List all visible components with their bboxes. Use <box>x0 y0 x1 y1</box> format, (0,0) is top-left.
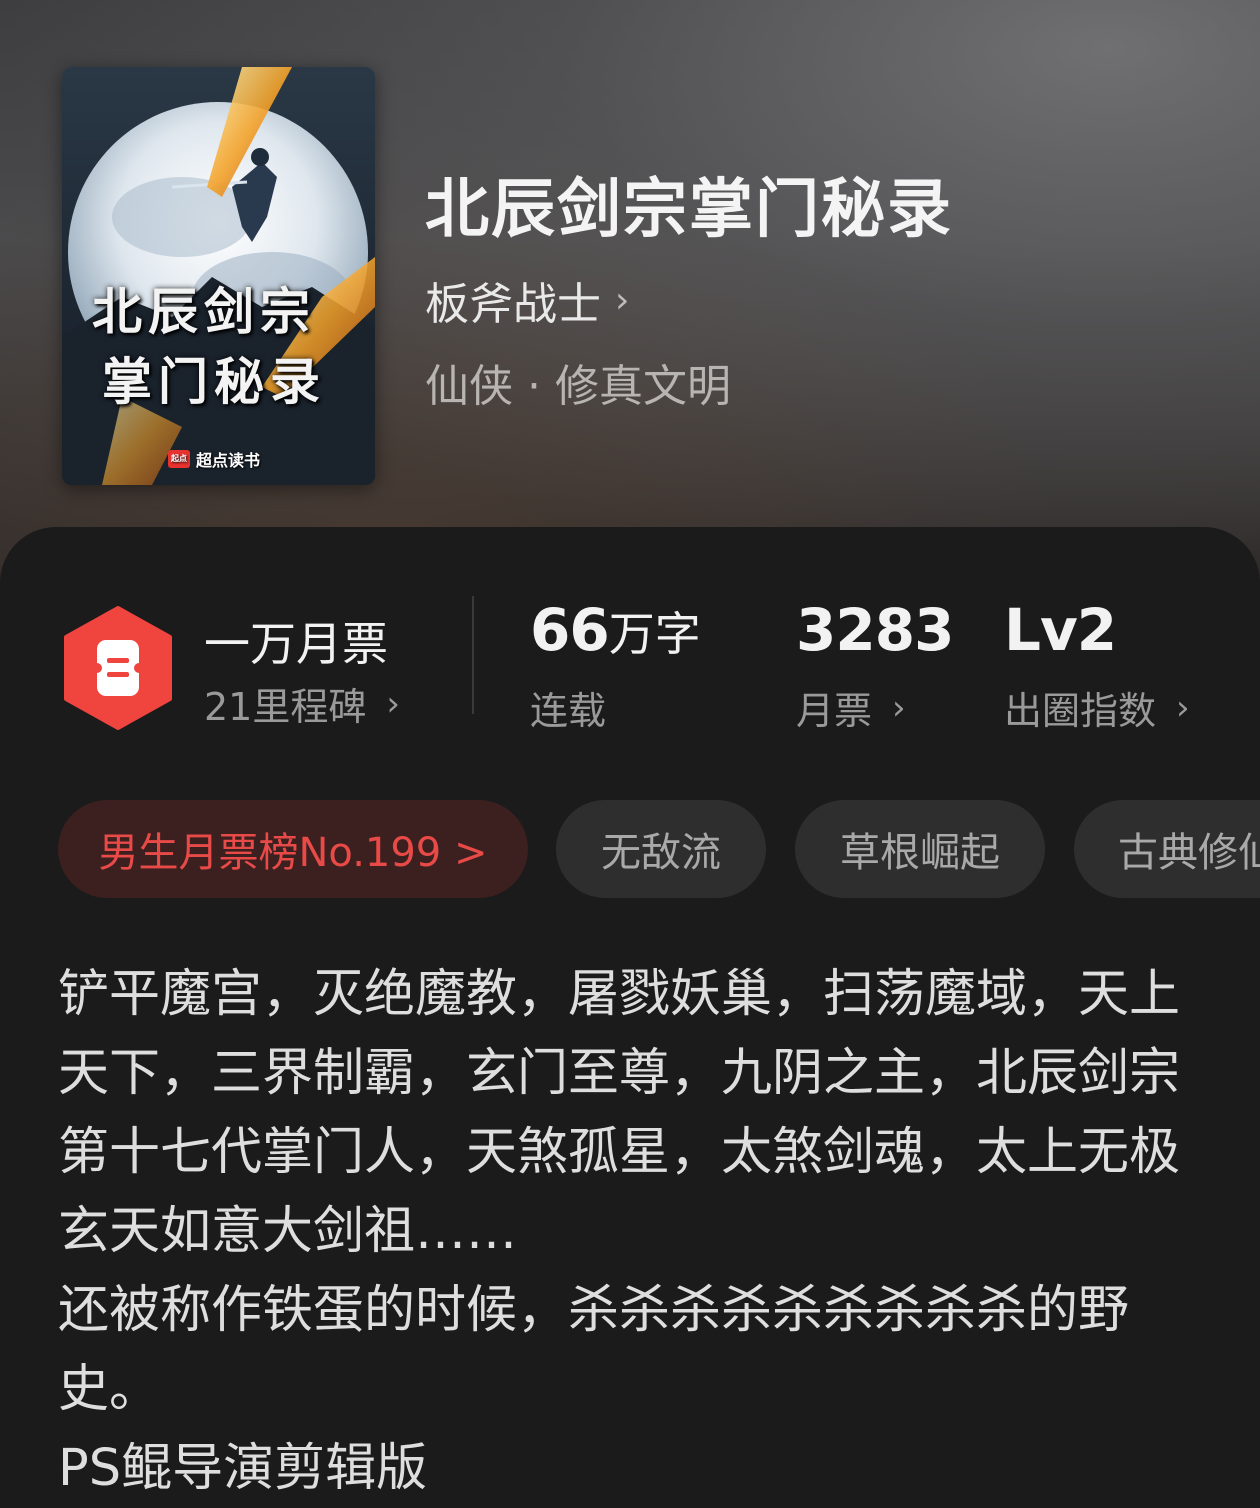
book-cover[interactable]: 北辰剑宗 掌门秘录 起点 超点读书 <box>62 67 375 485</box>
influence-level-value: Lv2 <box>1004 596 1117 664</box>
book-title: 北辰剑宗掌门秘录 <box>425 172 953 247</box>
monthly-tickets-number: 3283 <box>796 596 954 664</box>
cover-brand-name: 超点读书 <box>196 451 261 470</box>
brand-logo-icon: 起点 <box>168 450 190 468</box>
author-name: 板斧战士 <box>425 279 601 330</box>
cover-title-line1: 北辰剑宗 <box>92 282 316 341</box>
influence-level-label: 出圈指数 <box>1004 689 1157 733</box>
author-link[interactable]: 板斧战士 › <box>425 268 629 332</box>
description-paragraph: 还被称作铁蛋的时候，杀杀杀杀杀杀杀杀杀的野史。 <box>58 1281 1130 1419</box>
chevron-right-icon: › <box>892 687 906 728</box>
monthly-tickets-label-row: 月票 › <box>796 680 906 735</box>
book-description[interactable]: 铲平魔宫，灭绝魔教，屠戮妖巢，扫荡魔域，天上天下，三界制霸，玄门至尊，九阴之主，… <box>58 955 1198 1508</box>
tag-item[interactable]: 草根崛起 <box>795 800 1045 898</box>
chevron-right-icon: › <box>386 683 400 724</box>
description-paragraph: 铲平魔宫，灭绝魔教，屠戮妖巢，扫荡魔域，天上天下，三界制霸，玄门至尊，九阴之主，… <box>58 965 1181 1261</box>
word-count-unit: 万字 <box>608 607 701 661</box>
word-count-value: 66万字 <box>530 596 701 664</box>
book-genre: 仙侠 · 修真文明 <box>425 361 731 412</box>
stats-divider <box>472 596 474 714</box>
milestone-subtitle: 21里程碑 <box>204 685 367 729</box>
serial-status: 连载 <box>530 689 607 733</box>
tag-item[interactable]: 无敌流 <box>556 800 766 898</box>
word-count-number: 66 <box>530 596 610 664</box>
cover-artwork <box>62 67 375 485</box>
monthly-tickets-label: 月票 <box>796 689 873 733</box>
ticket-icon <box>64 606 172 730</box>
cover-brand: 起点 超点读书 <box>168 447 260 471</box>
cover-title: 北辰剑宗 掌门秘录 <box>92 277 362 417</box>
rank-tag[interactable]: 男生月票榜No.199 > <box>58 800 528 898</box>
tag-item[interactable]: 古典修仙 <box>1074 800 1260 898</box>
chevron-right-icon: › <box>615 279 630 321</box>
cover-title-line2: 掌门秘录 <box>102 352 326 411</box>
milestone-title: 一万月票 <box>204 617 388 671</box>
influence-level-label-row: 出圈指数 › <box>1004 680 1190 735</box>
description-paragraph: PS鲲导演剪辑版 <box>58 1439 428 1498</box>
chevron-right-icon: › <box>1176 687 1190 728</box>
milestone-subtitle-row: 21里程碑 › <box>204 676 400 731</box>
